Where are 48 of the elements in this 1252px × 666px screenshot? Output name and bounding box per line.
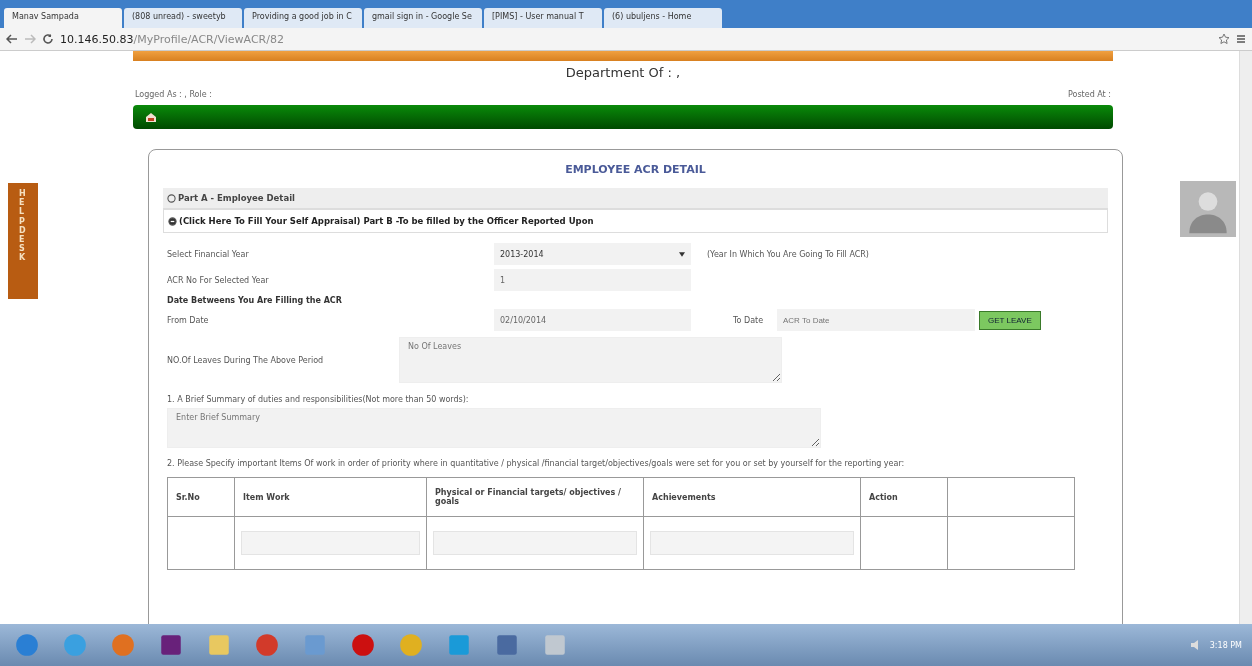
reload-icon[interactable] (42, 33, 54, 45)
column-header: Achievements (643, 477, 861, 517)
section-header[interactable]: Part A - Employee Detail (163, 188, 1108, 209)
browser-tab[interactable]: Manav Sampada (4, 8, 122, 28)
field-label: ACR No For Selected Year (167, 275, 270, 285)
get-leave-button[interactable]: GET LEAVE (979, 310, 1041, 330)
column-header: Item Work (234, 477, 427, 517)
date-field[interactable]: 02/10/2014 (494, 309, 691, 331)
browser-tab[interactable]: gmail sign in - Google Se (364, 8, 482, 28)
home-icon[interactable] (145, 111, 157, 123)
collapse-icon[interactable] (168, 216, 177, 226)
date-field[interactable]: ACR To Date (777, 309, 975, 331)
input-field[interactable] (433, 531, 637, 556)
scrollbar[interactable] (1239, 51, 1252, 624)
field-label: To Date (733, 315, 765, 325)
forward-icon[interactable] (24, 34, 36, 44)
department-label: Department Of : , (564, 65, 682, 80)
browser-tab[interactable]: (6) ubuljens - Home (604, 8, 722, 28)
field-label: Select Financial Year (167, 249, 250, 259)
year-dropdown[interactable]: 2013-2014 (494, 243, 691, 265)
input-field[interactable] (241, 531, 420, 556)
field-note: (Year In Which You Are Going To Fill ACR) (707, 249, 869, 259)
text-area[interactable]: No Of Leaves (399, 337, 782, 383)
logged-as-label: Logged As : , Role : (135, 90, 212, 99)
input-field[interactable] (650, 531, 854, 556)
browser-tab[interactable]: (808 unread) - sweetyb (124, 8, 242, 28)
browser-tab[interactable]: [PIMS] - User manual T (484, 8, 602, 28)
question-label: 1. A Brief Summary of duties and responsibilities(Not more than 50 words): (167, 395, 470, 404)
column-header: Physical or Financial targets/ objectives / goals (426, 477, 644, 517)
section-header[interactable]: (Click Here To Fill Your Self Appraisal) Part B -To be filled by the Officer Reported Upon (163, 209, 1108, 233)
column-header: Sr.No (167, 477, 235, 517)
caret-icon (679, 251, 685, 257)
field-label: From Date (167, 315, 210, 325)
text-area[interactable]: Enter Brief Summary (167, 408, 821, 448)
posted-at-label: Posted At : (1068, 90, 1111, 99)
field-label: NO.Of Leaves During The Above Period (167, 355, 325, 365)
question-label: 2. Please Specify important Items Of work in order of priority where in quantitative / physical /financial target/objectives/goals were set for you or set by yourself for the reporting year: (167, 458, 906, 470)
star-icon[interactable] (1218, 33, 1230, 45)
help-desk-tab[interactable]: HELP DESK (8, 183, 38, 299)
avatar-icon (1180, 181, 1236, 237)
browser-tab[interactable]: Providing a good job in C (244, 8, 362, 28)
card-title: EMPLOYEE ACR DETAIL (564, 163, 707, 176)
column-header: Action (860, 477, 948, 517)
back-icon[interactable] (6, 34, 18, 44)
input-field[interactable]: 1 (494, 269, 691, 291)
expand-icon[interactable] (167, 193, 176, 203)
menu-icon[interactable] (1236, 34, 1246, 44)
section-subheading: Date Betweens You Are Filling the ACR (167, 294, 343, 307)
